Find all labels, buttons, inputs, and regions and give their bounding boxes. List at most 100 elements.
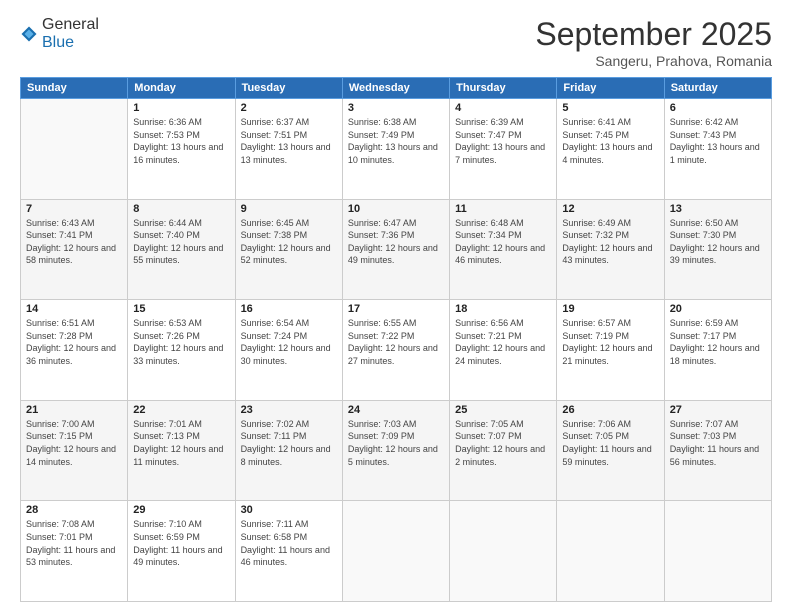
- day-detail: Sunrise: 7:03 AMSunset: 7:09 PMDaylight:…: [348, 418, 444, 468]
- day-cell: 19Sunrise: 6:57 AMSunset: 7:19 PMDayligh…: [557, 300, 664, 401]
- week-row-2: 7 Sunrise: 6:43 AMSunset: 7:41 PMDaylight…: [21, 199, 772, 300]
- day-number: 2: [241, 102, 337, 114]
- day-number: 22: [133, 404, 229, 416]
- logo: General Blue: [20, 16, 99, 52]
- day-cell: 6 Sunrise: 6:42 AMSunset: 7:43 PMDaylight…: [664, 99, 771, 200]
- day-cell: 7 Sunrise: 6:43 AMSunset: 7:41 PMDaylight…: [21, 199, 128, 300]
- day-detail: Sunrise: 7:05 AMSunset: 7:07 PMDaylight:…: [455, 418, 551, 468]
- day-number: 5: [562, 102, 658, 114]
- day-cell: 11 Sunrise: 6:48 AMSunset: 7:34 PMDayligh…: [450, 199, 557, 300]
- day-detail: Sunrise: 7:08 AMSunset: 7:01 PMDaylight:…: [26, 518, 122, 568]
- day-number: 17: [348, 303, 444, 315]
- day-cell: 1 Sunrise: 6:36 AMSunset: 7:53 PMDaylight…: [128, 99, 235, 200]
- weekday-header-row: SundayMondayTuesdayWednesdayThursdayFrid…: [21, 78, 772, 99]
- day-detail: Sunrise: 6:49 AMSunset: 7:32 PMDaylight:…: [562, 217, 658, 267]
- day-number: 12: [562, 203, 658, 215]
- day-cell: 26 Sunrise: 7:06 AMSunset: 7:05 PMDayligh…: [557, 400, 664, 501]
- day-number: 14: [26, 303, 122, 315]
- day-detail: Sunrise: 7:06 AMSunset: 7:05 PMDaylight:…: [562, 418, 658, 468]
- weekday-header-saturday: Saturday: [664, 78, 771, 99]
- day-detail: Sunrise: 6:38 AMSunset: 7:49 PMDaylight:…: [348, 116, 444, 166]
- day-number: 4: [455, 102, 551, 114]
- day-detail: Sunrise: 7:07 AMSunset: 7:03 PMDaylight:…: [670, 418, 766, 468]
- day-cell: 8Sunrise: 6:44 AMSunset: 7:40 PMDaylight…: [128, 199, 235, 300]
- weekday-header-wednesday: Wednesday: [342, 78, 449, 99]
- day-cell: 14 Sunrise: 6:51 AMSunset: 7:28 PMDayligh…: [21, 300, 128, 401]
- day-number: 3: [348, 102, 444, 114]
- day-detail: Sunrise: 6:47 AMSunset: 7:36 PMDaylight:…: [348, 217, 444, 267]
- day-cell: 5Sunrise: 6:41 AMSunset: 7:45 PMDaylight…: [557, 99, 664, 200]
- day-cell: [557, 501, 664, 602]
- day-cell: 17Sunrise: 6:55 AMSunset: 7:22 PMDayligh…: [342, 300, 449, 401]
- day-detail: Sunrise: 6:56 AMSunset: 7:21 PMDaylight:…: [455, 317, 551, 367]
- day-cell: 13 Sunrise: 6:50 AMSunset: 7:30 PMDayligh…: [664, 199, 771, 300]
- day-number: 9: [241, 203, 337, 215]
- weekday-header-thursday: Thursday: [450, 78, 557, 99]
- day-cell: 10 Sunrise: 6:47 AMSunset: 7:36 PMDayligh…: [342, 199, 449, 300]
- day-detail: Sunrise: 6:42 AMSunset: 7:43 PMDaylight:…: [670, 116, 766, 166]
- day-detail: Sunrise: 7:02 AMSunset: 7:11 PMDaylight:…: [241, 418, 337, 468]
- weekday-header-monday: Monday: [128, 78, 235, 99]
- day-number: 21: [26, 404, 122, 416]
- day-detail: Sunrise: 6:54 AMSunset: 7:24 PMDaylight:…: [241, 317, 337, 367]
- weekday-header-friday: Friday: [557, 78, 664, 99]
- logo-general: General: [42, 16, 99, 33]
- header: General Blue September 2025 Sangeru, Pra…: [20, 16, 772, 69]
- day-number: 30: [241, 504, 337, 516]
- day-cell: 4 Sunrise: 6:39 AMSunset: 7:47 PMDaylight…: [450, 99, 557, 200]
- day-number: 24: [348, 404, 444, 416]
- day-cell: 20Sunrise: 6:59 AMSunset: 7:17 PMDayligh…: [664, 300, 771, 401]
- day-cell: 21 Sunrise: 7:00 AMSunset: 7:15 PMDayligh…: [21, 400, 128, 501]
- day-detail: Sunrise: 6:37 AMSunset: 7:51 PMDaylight:…: [241, 116, 337, 166]
- day-detail: Sunrise: 6:45 AMSunset: 7:38 PMDaylight:…: [241, 217, 337, 267]
- location-subtitle: Sangeru, Prahova, Romania: [535, 53, 772, 69]
- weekday-header-sunday: Sunday: [21, 78, 128, 99]
- logo-icon: [20, 25, 38, 43]
- month-title: September 2025: [535, 16, 772, 53]
- day-cell: 15 Sunrise: 6:53 AMSunset: 7:26 PMDayligh…: [128, 300, 235, 401]
- day-cell: 2 Sunrise: 6:37 AMSunset: 7:51 PMDaylight…: [235, 99, 342, 200]
- weekday-header-tuesday: Tuesday: [235, 78, 342, 99]
- day-cell: 24 Sunrise: 7:03 AMSunset: 7:09 PMDayligh…: [342, 400, 449, 501]
- day-number: 20: [670, 303, 766, 315]
- day-number: 18: [455, 303, 551, 315]
- day-number: 27: [670, 404, 766, 416]
- day-detail: Sunrise: 6:36 AMSunset: 7:53 PMDaylight:…: [133, 116, 229, 166]
- day-detail: Sunrise: 6:39 AMSunset: 7:47 PMDaylight:…: [455, 116, 551, 166]
- day-number: 25: [455, 404, 551, 416]
- day-detail: Sunrise: 6:53 AMSunset: 7:26 PMDaylight:…: [133, 317, 229, 367]
- day-number: 11: [455, 203, 551, 215]
- day-number: 15: [133, 303, 229, 315]
- day-cell: 22 Sunrise: 7:01 AMSunset: 7:13 PMDayligh…: [128, 400, 235, 501]
- day-detail: Sunrise: 7:00 AMSunset: 7:15 PMDaylight:…: [26, 418, 122, 468]
- week-row-1: 1 Sunrise: 6:36 AMSunset: 7:53 PMDaylight…: [21, 99, 772, 200]
- day-number: 13: [670, 203, 766, 215]
- week-row-4: 21 Sunrise: 7:00 AMSunset: 7:15 PMDayligh…: [21, 400, 772, 501]
- day-detail: Sunrise: 7:01 AMSunset: 7:13 PMDaylight:…: [133, 418, 229, 468]
- day-number: 26: [562, 404, 658, 416]
- week-row-3: 14 Sunrise: 6:51 AMSunset: 7:28 PMDayligh…: [21, 300, 772, 401]
- day-cell: 12 Sunrise: 6:49 AMSunset: 7:32 PMDayligh…: [557, 199, 664, 300]
- day-cell: 3 Sunrise: 6:38 AMSunset: 7:49 PMDaylight…: [342, 99, 449, 200]
- day-number: 19: [562, 303, 658, 315]
- day-cell: 25 Sunrise: 7:05 AMSunset: 7:07 PMDayligh…: [450, 400, 557, 501]
- day-cell: [342, 501, 449, 602]
- day-number: 16: [241, 303, 337, 315]
- day-cell: 23Sunrise: 7:02 AMSunset: 7:11 PMDayligh…: [235, 400, 342, 501]
- day-cell: 18 Sunrise: 6:56 AMSunset: 7:21 PMDayligh…: [450, 300, 557, 401]
- day-detail: Sunrise: 6:51 AMSunset: 7:28 PMDaylight:…: [26, 317, 122, 367]
- day-detail: Sunrise: 7:11 AMSunset: 6:58 PMDaylight:…: [241, 518, 337, 568]
- day-cell: 28 Sunrise: 7:08 AMSunset: 7:01 PMDayligh…: [21, 501, 128, 602]
- day-detail: Sunrise: 6:43 AMSunset: 7:41 PMDaylight:…: [26, 217, 122, 267]
- day-number: 29: [133, 504, 229, 516]
- logo-text: General Blue: [42, 16, 99, 52]
- day-number: 7: [26, 203, 122, 215]
- day-detail: Sunrise: 6:48 AMSunset: 7:34 PMDaylight:…: [455, 217, 551, 267]
- day-number: 1: [133, 102, 229, 114]
- day-detail: Sunrise: 6:50 AMSunset: 7:30 PMDaylight:…: [670, 217, 766, 267]
- day-number: 6: [670, 102, 766, 114]
- calendar-table: SundayMondayTuesdayWednesdayThursdayFrid…: [20, 77, 772, 602]
- day-number: 28: [26, 504, 122, 516]
- day-cell: 9 Sunrise: 6:45 AMSunset: 7:38 PMDaylight…: [235, 199, 342, 300]
- day-number: 10: [348, 203, 444, 215]
